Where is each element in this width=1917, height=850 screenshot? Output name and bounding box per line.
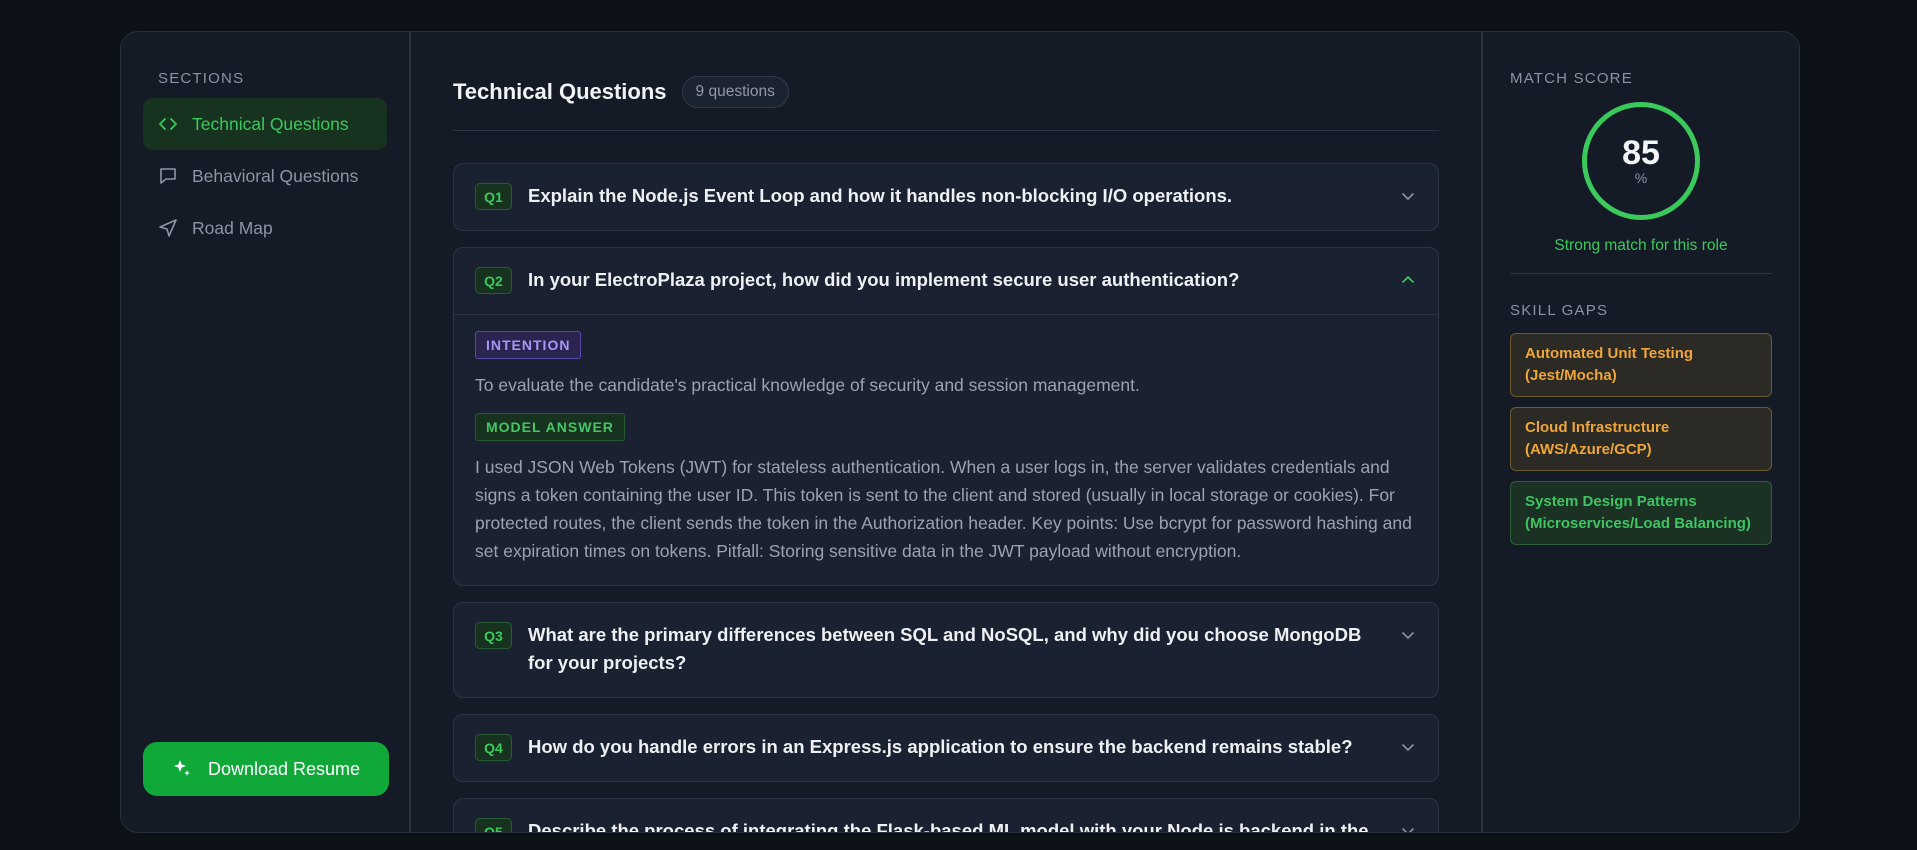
match-score-unit: %	[1634, 170, 1648, 186]
main-content: Technical Questions 9 questions Q1 Expla…	[411, 32, 1483, 832]
sidebar-item-behavioral-questions[interactable]: Behavioral Questions	[143, 150, 387, 202]
sidebar-item-label: Technical Questions	[192, 113, 349, 134]
question-card: Q2 In your ElectroPlaza project, how did…	[453, 247, 1439, 586]
sidebar-item-label: Behavioral Questions	[192, 165, 359, 186]
question-header[interactable]: Q1 Explain the Node.js Event Loop and ho…	[454, 164, 1438, 230]
question-text: Explain the Node.js Event Loop and how i…	[528, 185, 1233, 206]
skill-gaps-list: Automated Unit Testing (Jest/Mocha) Clou…	[1510, 333, 1772, 545]
sidebar-item-technical-questions[interactable]: Technical Questions	[143, 98, 387, 150]
question-header[interactable]: Q3 What are the primary differences betw…	[454, 603, 1438, 697]
sparkle-icon	[172, 759, 192, 779]
match-score-value: 85	[1622, 134, 1660, 172]
message-icon	[158, 166, 178, 186]
sidebar-title: SECTIONS	[158, 70, 245, 87]
question-text: In your ElectroPlaza project, how did yo…	[528, 269, 1240, 290]
question-text: Describe the process of integrating the …	[528, 820, 1369, 832]
divider	[453, 130, 1439, 131]
question-header[interactable]: Q4 How do you handle errors in an Expres…	[454, 715, 1438, 781]
question-card: Q1 Explain the Node.js Event Loop and ho…	[453, 163, 1439, 231]
sidebar-item-label: Road Map	[192, 217, 273, 238]
question-body: INTENTION To evaluate the candidate's pr…	[454, 314, 1438, 585]
question-text: How do you handle errors in an Express.j…	[528, 736, 1353, 757]
sidebar-item-road-map[interactable]: Road Map	[143, 202, 387, 254]
download-resume-button[interactable]: Download Resume	[143, 742, 389, 796]
intention-text: To evaluate the candidate's practical kn…	[475, 375, 1140, 395]
page-title: Technical Questions	[453, 79, 667, 104]
navigation-icon	[158, 218, 178, 238]
question-number-badge: Q5	[475, 818, 512, 832]
chevron-down-icon[interactable]	[1398, 821, 1418, 832]
question-card: Q4 How do you handle errors in an Expres…	[453, 714, 1439, 782]
question-number-badge: Q4	[475, 734, 512, 761]
match-score-note: Strong match for this role	[1554, 237, 1728, 254]
question-header[interactable]: Q5 Describe the process of integrating t…	[454, 799, 1438, 832]
code-icon	[158, 114, 178, 134]
question-number-badge: Q3	[475, 622, 512, 649]
question-number-badge: Q2	[475, 267, 512, 294]
question-card: Q3 What are the primary differences betw…	[453, 602, 1439, 698]
question-card: Q5 Describe the process of integrating t…	[453, 798, 1439, 832]
model-answer-text: I used JSON Web Tokens (JWT) for statele…	[475, 457, 1412, 561]
right-panel: MATCH SCORE 85 % Strong match for this r…	[1483, 32, 1799, 832]
match-score-ring: 85 %	[1582, 102, 1700, 220]
divider	[1510, 273, 1772, 274]
skill-gap-item: Cloud Infrastructure (AWS/Azure/GCP)	[1510, 407, 1772, 471]
download-resume-label: Download Resume	[207, 758, 361, 779]
question-header[interactable]: Q2 In your ElectroPlaza project, how did…	[454, 248, 1438, 314]
match-score-title: MATCH SCORE	[1510, 70, 1633, 87]
chevron-up-icon[interactable]	[1398, 270, 1418, 290]
chevron-down-icon[interactable]	[1398, 737, 1418, 757]
skill-gap-item: Automated Unit Testing (Jest/Mocha)	[1510, 333, 1772, 397]
model-answer-tag: MODEL ANSWER	[475, 413, 625, 441]
skill-gaps-title: SKILL GAPS	[1510, 302, 1609, 319]
app-window: SECTIONS Technical Questions Behavioral …	[120, 31, 1800, 833]
main-header: Technical Questions 9 questions	[453, 72, 1439, 112]
chevron-down-icon[interactable]	[1398, 625, 1418, 645]
intention-tag: INTENTION	[475, 331, 582, 359]
question-count-badge: 9 questions	[681, 76, 789, 108]
question-number-badge: Q1	[475, 183, 512, 210]
score-wrap: 85 %	[1510, 102, 1772, 220]
question-text: What are the primary differences between…	[528, 624, 1362, 673]
sidebar: SECTIONS Technical Questions Behavioral …	[121, 32, 411, 832]
chevron-down-icon[interactable]	[1398, 186, 1418, 206]
skill-gap-item: System Design Patterns (Microservices/Lo…	[1510, 481, 1772, 545]
